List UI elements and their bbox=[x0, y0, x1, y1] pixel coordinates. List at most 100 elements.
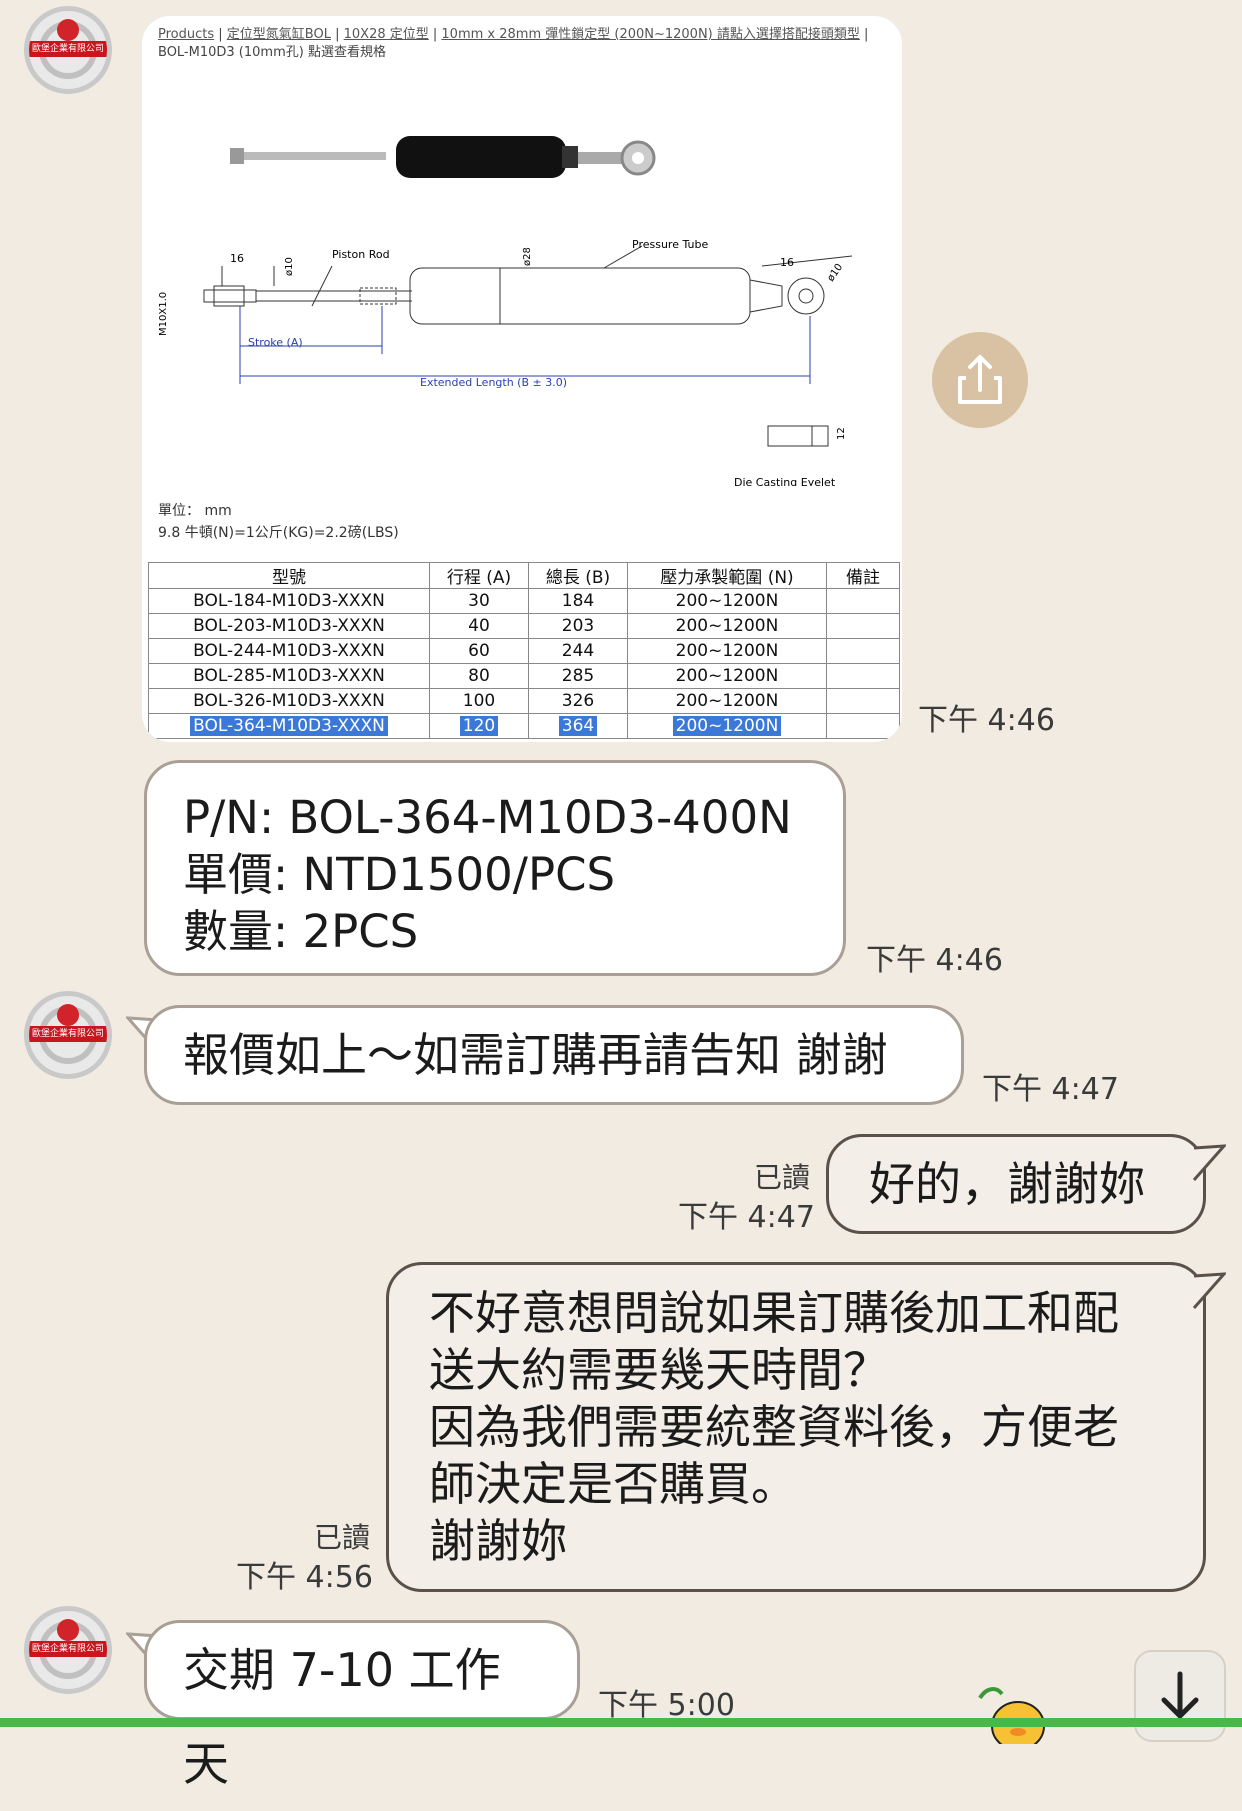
message-time: 下午 4:46 bbox=[866, 943, 1003, 978]
cell-note bbox=[826, 588, 900, 614]
breadcrumb-series: 10mm x 28mm 彈性鎖定型 (200N~1200N) 請點入選擇搭配接頭… bbox=[441, 27, 860, 42]
cell-stroke: 60 bbox=[429, 638, 529, 664]
share-icon bbox=[958, 355, 1002, 404]
cell-note bbox=[826, 638, 900, 664]
avatar-company-label: 歐堡企業有限公司 bbox=[29, 1026, 107, 1042]
message-line: 送大約需要幾天時間？ bbox=[429, 1343, 889, 1397]
cell-model: BOL-203-M10D3-XXXN bbox=[148, 613, 430, 639]
table-row: BOL-285-M10D3-XXXN 80 285 200~1200N bbox=[148, 663, 900, 689]
message-time: 下午 4:47 bbox=[678, 1200, 815, 1235]
col-header-stroke: 行程 (A) bbox=[429, 562, 529, 589]
sender-avatar[interactable]: 歐堡企業有限公司 bbox=[24, 6, 112, 94]
message-line: 師決定是否購買。 bbox=[429, 1457, 797, 1511]
message-line: 謝謝妳 bbox=[429, 1514, 567, 1568]
cell-model: BOL-184-M10D3-XXXN bbox=[148, 588, 430, 614]
cell-force: 200~1200N bbox=[627, 588, 827, 614]
message-time: 下午 4:56 bbox=[236, 1560, 373, 1595]
cell-model: BOL-326-M10D3-XXXN bbox=[148, 688, 430, 714]
cell-note bbox=[826, 713, 900, 739]
col-header-note: 備註 bbox=[826, 562, 900, 589]
cell-stroke: 40 bbox=[429, 613, 529, 639]
message-bubble[interactable]: 交期 7-10 工作天 bbox=[144, 1620, 580, 1791]
logo-emblem bbox=[57, 1004, 79, 1026]
dim-d28: ø28 bbox=[522, 247, 533, 266]
read-receipt: 已讀 bbox=[753, 1161, 810, 1194]
product-spec-image[interactable]: Products | 定位型氮氣缸BOL | 10X28 定位型 | 10mm … bbox=[142, 16, 902, 742]
cell-length: 244 bbox=[528, 638, 628, 664]
breadcrumb-category: 定位型氮氣缸BOL bbox=[226, 27, 331, 42]
gas-spring-photo bbox=[230, 136, 656, 178]
cell-stroke: 100 bbox=[429, 688, 529, 714]
bottom-accent-bar bbox=[0, 1718, 1242, 1727]
logo-emblem bbox=[57, 1619, 79, 1641]
cell-note bbox=[826, 613, 900, 639]
cell-force: 200~1200N bbox=[672, 716, 782, 736]
message-text: 好的，謝謝妳 bbox=[869, 1157, 1145, 1211]
cell-length: 203 bbox=[528, 613, 628, 639]
col-header-force: 壓力承製範圍 (N) bbox=[627, 562, 827, 589]
dim-stroke: Stroke (A) bbox=[248, 336, 303, 349]
col-header-length: 總長 (B) bbox=[528, 562, 628, 589]
dim-m10: M10X1.0 bbox=[158, 292, 169, 336]
table-row: BOL-244-M10D3-XXXN 60 244 200~1200N bbox=[148, 638, 900, 664]
dim-extended-length: Extended Length (B ± 3.0) bbox=[420, 376, 567, 389]
cell-model: BOL-364-M10D3-XXXN bbox=[190, 716, 388, 736]
cell-model: BOL-285-M10D3-XXXN bbox=[148, 663, 430, 689]
cell-length: 364 bbox=[558, 716, 598, 736]
breadcrumb-type: 10X28 定位型 bbox=[343, 27, 429, 42]
avatar-company-label: 歐堡企業有限公司 bbox=[29, 1641, 107, 1657]
breadcrumb: Products | 定位型氮氣缸BOL | 10X28 定位型 | 10mm … bbox=[158, 27, 869, 60]
quote-unit-price: 單價: NTD1500/PCS bbox=[183, 848, 616, 901]
cell-note bbox=[826, 688, 900, 714]
dim-piston-rod: Piston Rod bbox=[332, 248, 390, 261]
message-time: 下午 4:46 bbox=[918, 703, 1055, 738]
cell-stroke: 80 bbox=[429, 663, 529, 689]
dim-die-casting-eyelet: Die Casting Eyelet bbox=[734, 476, 836, 486]
message-line: 不好意想問說如果訂購後加工和配 bbox=[429, 1286, 1119, 1340]
cell-note bbox=[826, 663, 900, 689]
cell-model: BOL-244-M10D3-XXXN bbox=[148, 638, 430, 664]
col-header-model: 型號 bbox=[148, 562, 430, 589]
conversion-line: 9.8 牛頓(N)=1公斤(KG)=2.2磅(LBS) bbox=[158, 525, 399, 541]
share-button[interactable] bbox=[932, 332, 1028, 428]
cell-force: 200~1200N bbox=[627, 663, 827, 689]
table-row: BOL-326-M10D3-XXXN 100 326 200~1200N bbox=[148, 688, 900, 714]
logo-emblem bbox=[57, 19, 79, 41]
quote-part-number: P/N: BOL-364-M10D3-400N bbox=[183, 791, 792, 844]
message-bubble-sent[interactable]: 好的，謝謝妳 bbox=[826, 1134, 1206, 1234]
sticker-icon[interactable] bbox=[976, 1684, 1046, 1744]
message-time: 下午 4:47 bbox=[982, 1072, 1119, 1107]
quote-quantity: 數量: 2PCS bbox=[183, 905, 419, 958]
table-row-highlighted: BOL-364-M10D3-XXXN 120 364 200~1200N bbox=[148, 713, 900, 739]
spec-table: 型號 行程 (A) 總長 (B) 壓力承製範圍 (N) 備註 BOL-184-M… bbox=[148, 562, 900, 739]
read-receipt: 已讀 bbox=[313, 1521, 370, 1554]
avatar-company-label: 歐堡企業有限公司 bbox=[29, 41, 107, 57]
cell-force: 200~1200N bbox=[627, 688, 827, 714]
unit-line: 單位： mm bbox=[158, 503, 232, 519]
message-bubble-sent[interactable]: 不好意想問說如果訂購後加工和配 送大約需要幾天時間？ 因為我們需要統整資料後，方… bbox=[386, 1262, 1206, 1592]
sender-avatar[interactable]: 歐堡企業有限公司 bbox=[24, 1606, 112, 1694]
breadcrumb-model: BOL-M10D3 (10mm孔) 點選查看規格 bbox=[158, 45, 386, 60]
message-line: 因為我們需要統整資料後，方便老 bbox=[429, 1400, 1119, 1454]
sender-avatar[interactable]: 歐堡企業有限公司 bbox=[24, 991, 112, 1079]
cell-length: 184 bbox=[528, 588, 628, 614]
bubble-tail bbox=[1192, 1144, 1226, 1181]
dim-d10b: ø10 bbox=[825, 262, 845, 284]
cell-force: 200~1200N bbox=[627, 638, 827, 664]
message-text: 交期 7-10 工作天 bbox=[183, 1643, 501, 1791]
table-row: BOL-203-M10D3-XXXN 40 203 200~1200N bbox=[148, 613, 900, 639]
cell-length: 285 bbox=[528, 663, 628, 689]
cell-stroke: 120 bbox=[459, 716, 499, 736]
breadcrumb-products: Products bbox=[158, 27, 215, 42]
table-header-row: 型號 行程 (A) 總長 (B) 壓力承製範圍 (N) 備註 bbox=[148, 562, 900, 589]
scroll-down-button[interactable] bbox=[1134, 1650, 1226, 1742]
dim-pressure-tube: Pressure Tube bbox=[632, 238, 708, 251]
cell-length: 326 bbox=[528, 688, 628, 714]
message-bubble-quote[interactable]: P/N: BOL-364-M10D3-400N 單價: NTD1500/PCS … bbox=[144, 760, 846, 976]
cell-force: 200~1200N bbox=[627, 613, 827, 639]
message-text: 報價如上～如需訂購再請告知 謝謝 bbox=[183, 1028, 888, 1082]
dim-12: 12 bbox=[836, 427, 847, 440]
cell-stroke: 30 bbox=[429, 588, 529, 614]
message-bubble[interactable]: 報價如上～如需訂購再請告知 謝謝 bbox=[144, 1005, 964, 1105]
bubble-tail bbox=[1192, 1272, 1226, 1309]
